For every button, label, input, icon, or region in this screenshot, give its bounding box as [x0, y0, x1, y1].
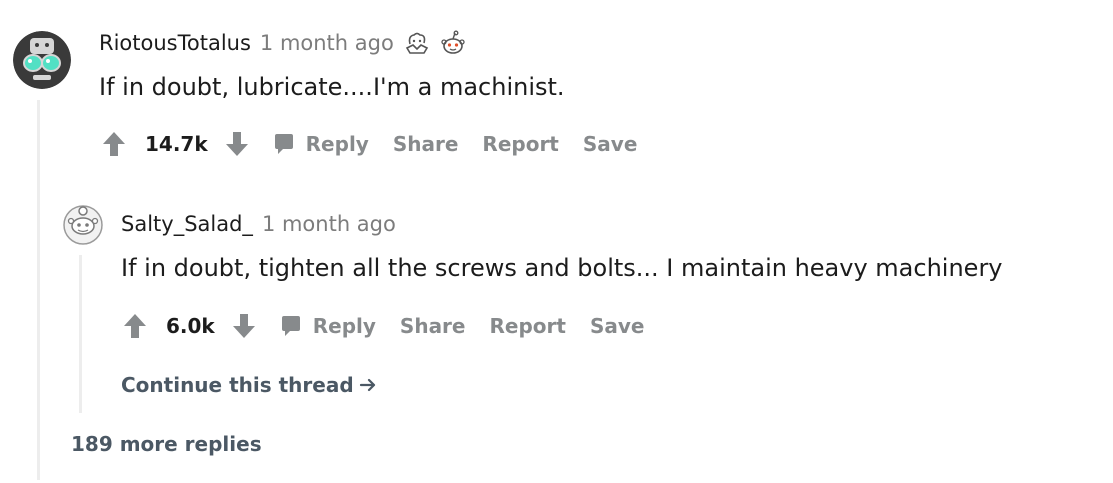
- thread-line-nested[interactable]: [79, 255, 82, 413]
- vote-score: 14.7k: [145, 132, 208, 156]
- robot-avatar-icon: [13, 31, 71, 89]
- reply-icon[interactable]: [279, 314, 303, 338]
- report-button[interactable]: Report: [482, 132, 558, 156]
- continue-thread-link[interactable]: Continue this thread: [121, 373, 378, 397]
- avatar[interactable]: [63, 205, 103, 245]
- timestamp[interactable]: 1 month ago: [260, 31, 394, 55]
- comment-body: If in doubt, tighten all the screws and …: [121, 254, 1003, 282]
- snoo-avatar-icon: [63, 205, 103, 245]
- downvote-icon[interactable]: [231, 312, 257, 340]
- comment-body: If in doubt, lubricate....I'm a machinis…: [99, 73, 565, 101]
- share-button[interactable]: Share: [393, 132, 459, 156]
- more-replies-link[interactable]: 189 more replies: [71, 432, 262, 456]
- comment-actions: 14.7k Reply Share Report Save: [101, 130, 661, 158]
- arrow-right-icon: [358, 375, 378, 395]
- wholesome-award-icon[interactable]: [404, 30, 430, 56]
- upvote-icon[interactable]: [101, 130, 127, 158]
- comment-actions: 6.0k Reply Share Report Save: [122, 312, 668, 340]
- downvote-icon[interactable]: [224, 130, 250, 158]
- comment-meta: RiotousTotalus 1 month ago: [99, 30, 466, 56]
- continue-thread-label: Continue this thread: [121, 373, 354, 397]
- comment-meta: Salty_Salad_ 1 month ago: [121, 212, 396, 236]
- save-button[interactable]: Save: [583, 132, 638, 156]
- username[interactable]: Salty_Salad_: [121, 212, 253, 236]
- report-button[interactable]: Report: [490, 314, 566, 338]
- save-button[interactable]: Save: [590, 314, 645, 338]
- share-button[interactable]: Share: [400, 314, 466, 338]
- reply-button[interactable]: Reply: [313, 314, 376, 338]
- username[interactable]: RiotousTotalus: [99, 31, 251, 55]
- avatar[interactable]: [13, 31, 71, 89]
- thread-line[interactable]: [37, 100, 40, 480]
- helpful-award-icon[interactable]: [440, 30, 466, 56]
- vote-score: 6.0k: [166, 314, 215, 338]
- upvote-icon[interactable]: [122, 312, 148, 340]
- reply-icon[interactable]: [272, 132, 296, 156]
- reply-button[interactable]: Reply: [306, 132, 369, 156]
- timestamp[interactable]: 1 month ago: [262, 212, 396, 236]
